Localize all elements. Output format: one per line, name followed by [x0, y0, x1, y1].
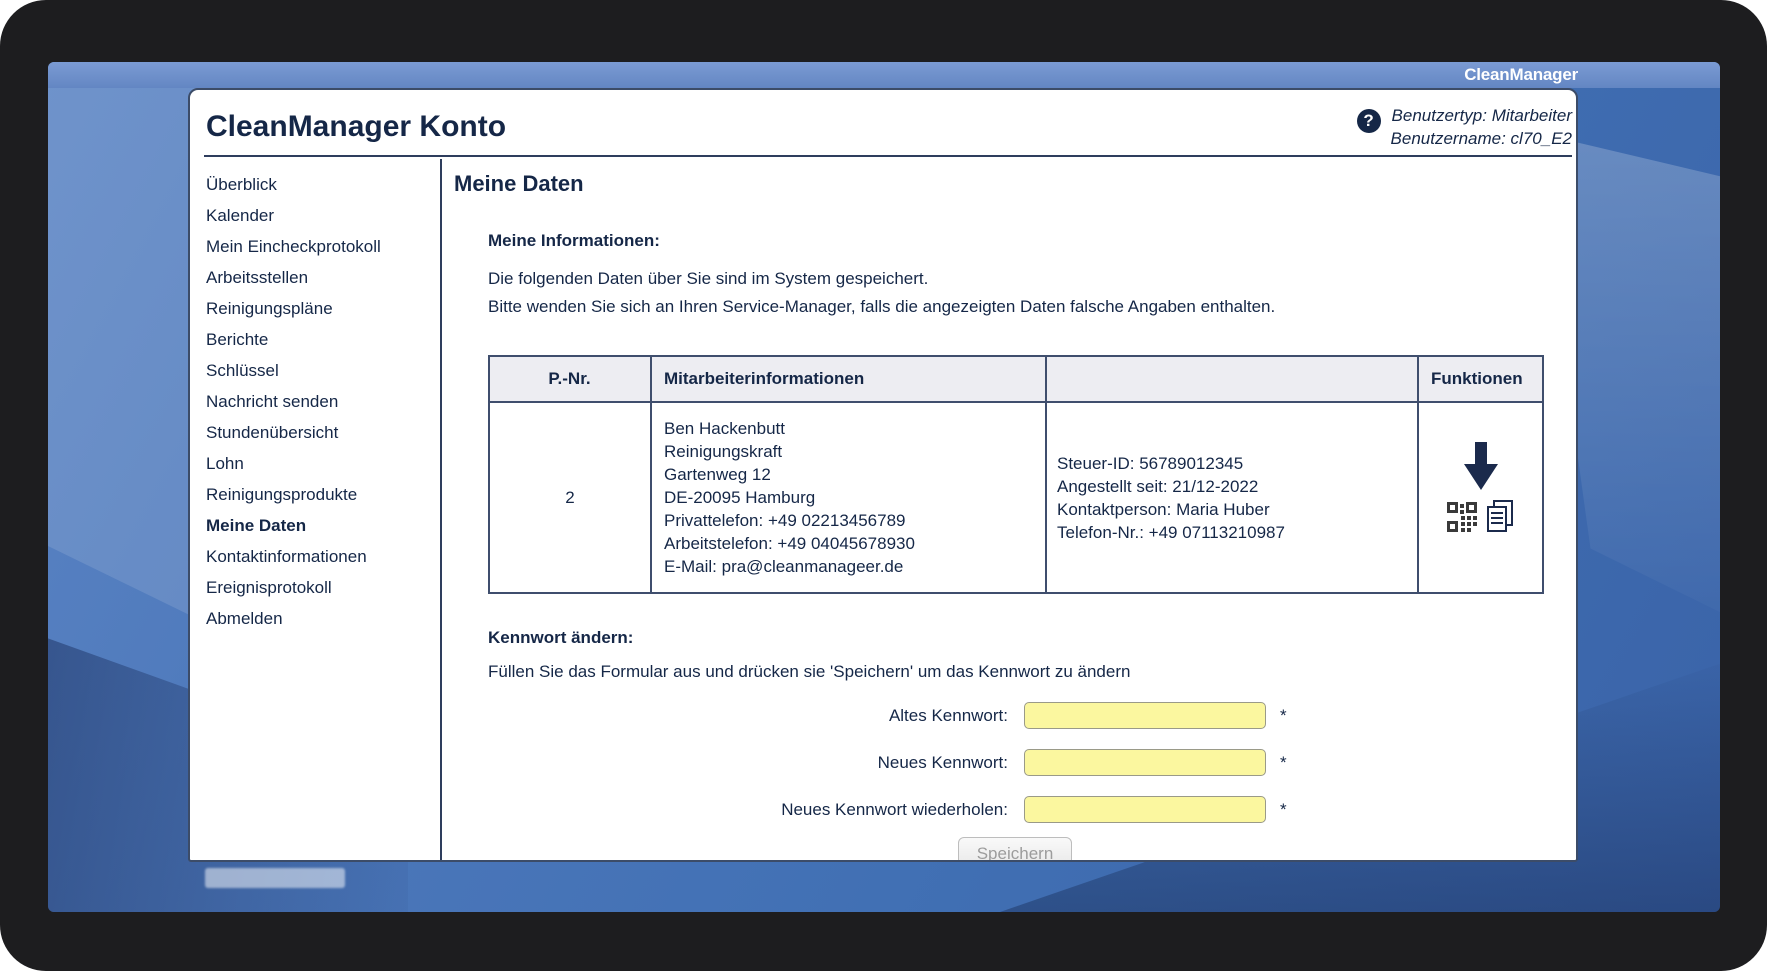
screen-background: CleanManager CleanManager Konto ? Benutz…	[48, 62, 1720, 912]
sidebar-item-berichte[interactable]: Berichte	[190, 324, 440, 355]
page-title: CleanManager Konto	[206, 110, 506, 155]
sidebar-nav: Überblick Kalender Mein Eincheckprotokol…	[190, 159, 442, 860]
form-row: Neues Kennwort: *	[488, 749, 1542, 776]
old-password-label: Altes Kennwort:	[488, 706, 1024, 726]
employee-hired-since: Angestellt seit: 21/12-2022	[1057, 475, 1416, 498]
form-row: Neues Kennwort wiederholen: *	[488, 796, 1542, 823]
info-heading: Meine Informationen:	[488, 231, 1542, 251]
employee-role: Reinigungskraft	[664, 440, 1037, 463]
info-line: Bitte wenden Sie sich an Ihren Service-M…	[488, 293, 1542, 321]
info-paragraph: Die folgenden Daten über Sie sind im Sys…	[488, 265, 1542, 321]
sidebar-item-reinigungsprodukte[interactable]: Reinigungsprodukte	[190, 479, 440, 510]
section-title: Meine Daten	[454, 171, 1542, 197]
download-arrow-icon[interactable]	[1460, 442, 1502, 492]
user-info-block: ? Benutzertyp: Mitarbeiter Benutzername:…	[1357, 104, 1572, 155]
required-marker: *	[1280, 800, 1287, 820]
new-password-input[interactable]	[1024, 749, 1266, 776]
col-header-mitarbeiterinformationen: Mitarbeiterinformationen	[651, 356, 1046, 402]
required-marker: *	[1280, 706, 1287, 726]
sidebar-item-lohn[interactable]: Lohn	[190, 448, 440, 479]
app-logo: CleanManager	[1464, 65, 1578, 85]
sidebar-item-meine-daten[interactable]: Meine Daten	[190, 510, 440, 541]
cell-employee-info: Ben Hackenbutt Reinigungskraft Gartenweg…	[651, 402, 1046, 593]
document-copy-icon[interactable]	[1486, 500, 1514, 532]
device-bezel: CleanManager CleanManager Konto ? Benutz…	[0, 0, 1767, 971]
wallpaper-highlight	[205, 868, 345, 888]
employee-tax-id: Steuer-ID: 56789012345	[1057, 452, 1416, 475]
cell-pnr: 2	[489, 402, 651, 593]
cell-employee-details: Steuer-ID: 56789012345 Angestellt seit: …	[1046, 402, 1418, 593]
main-content: Meine Daten Meine Informationen: Die fol…	[444, 159, 1576, 860]
user-type-label: Benutzertyp: Mitarbeiter	[1391, 104, 1572, 127]
window-header: CleanManager Konto ? Benutzertyp: Mitarb…	[204, 90, 1572, 157]
required-marker: *	[1280, 753, 1287, 773]
sidebar-item-reinigungsplaene[interactable]: Reinigungspläne	[190, 293, 440, 324]
new-password-label: Neues Kennwort:	[488, 753, 1024, 773]
cell-functions	[1418, 402, 1543, 593]
user-name-label: Benutzername: cl70_E2	[1391, 127, 1572, 150]
table-row: 2 Ben Hackenbutt Reinigungskraft Gartenw…	[489, 402, 1543, 593]
top-bar: CleanManager	[48, 62, 1720, 88]
sidebar-item-kontaktinformationen[interactable]: Kontaktinformationen	[190, 541, 440, 572]
sidebar-item-kalender[interactable]: Kalender	[190, 200, 440, 231]
password-form: Altes Kennwort: * Neues Kennwort: * Neue…	[488, 702, 1542, 860]
sidebar-item-nachricht-senden[interactable]: Nachricht senden	[190, 386, 440, 417]
sidebar-item-arbeitsstellen[interactable]: Arbeitsstellen	[190, 262, 440, 293]
password-section-heading: Kennwort ändern:	[488, 628, 1542, 648]
app-window: CleanManager Konto ? Benutzertyp: Mitarb…	[188, 88, 1578, 862]
repeat-password-label: Neues Kennwort wiederholen:	[488, 800, 1024, 820]
sidebar-item-schluessel[interactable]: Schlüssel	[190, 355, 440, 386]
old-password-input[interactable]	[1024, 702, 1266, 729]
sidebar-item-ereignisprotokoll[interactable]: Ereignisprotokoll	[190, 572, 440, 603]
employee-contact-phone: Telefon-Nr.: +49 07113210987	[1057, 521, 1416, 544]
repeat-password-input[interactable]	[1024, 796, 1266, 823]
sidebar-item-ueberblick[interactable]: Überblick	[190, 169, 440, 200]
employee-street: Gartenweg 12	[664, 463, 1037, 486]
sidebar-item-abmelden[interactable]: Abmelden	[190, 603, 440, 634]
col-header-empty	[1046, 356, 1418, 402]
employee-name: Ben Hackenbutt	[664, 417, 1037, 440]
employee-work-phone: Arbeitstelefon: +49 04045678930	[664, 532, 1037, 555]
employee-table: P.-Nr. Mitarbeiterinformationen Funktion…	[488, 355, 1544, 594]
employee-email: E-Mail: pra@cleanmanageer.de	[664, 555, 1037, 578]
table-header-row: P.-Nr. Mitarbeiterinformationen Funktion…	[489, 356, 1543, 402]
help-icon[interactable]: ?	[1357, 109, 1381, 133]
col-header-funktionen: Funktionen	[1418, 356, 1543, 402]
employee-contact-person: Kontaktperson: Maria Huber	[1057, 498, 1416, 521]
info-line: Die folgenden Daten über Sie sind im Sys…	[488, 265, 1542, 293]
col-header-pnr: P.-Nr.	[489, 356, 651, 402]
employee-private-phone: Privattelefon: +49 02213456789	[664, 509, 1037, 532]
form-row: Altes Kennwort: *	[488, 702, 1542, 729]
qr-code-icon[interactable]	[1447, 502, 1477, 532]
password-instruction: Füllen Sie das Formular aus und drücken …	[488, 662, 1542, 682]
save-button[interactable]: Speichern	[958, 837, 1073, 860]
employee-city: DE-20095 Hamburg	[664, 486, 1037, 509]
sidebar-item-stundenuebersicht[interactable]: Stundenübersicht	[190, 417, 440, 448]
user-info-lines: Benutzertyp: Mitarbeiter Benutzername: c…	[1391, 104, 1572, 150]
sidebar-item-eincheckprotokoll[interactable]: Mein Eincheckprotokoll	[190, 231, 440, 262]
